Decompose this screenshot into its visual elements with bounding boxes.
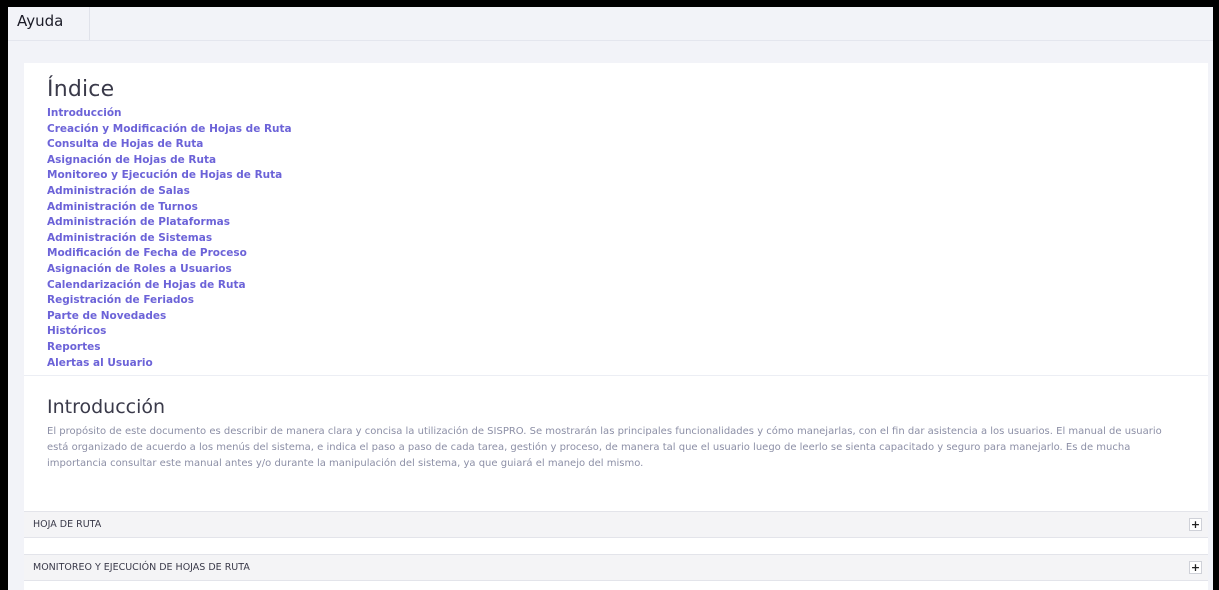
index-list: Introducción Creación y Modificación de … [47,106,1208,371]
intro-section: Introducción El propósito de este docume… [24,376,1208,472]
index-item: Monitoreo y Ejecución de Hojas de Ruta [47,168,1208,184]
index-item: Administración de Turnos [47,200,1208,216]
index-link-introduccion[interactable]: Introducción [47,107,122,119]
index-link-salas[interactable]: Administración de Salas [47,185,190,197]
index-link-consulta[interactable]: Consulta de Hojas de Ruta [47,138,203,150]
index-section: Índice Introducción Creación y Modificac… [24,63,1208,376]
index-link-historicos[interactable]: Históricos [47,325,106,337]
index-link-creacion[interactable]: Creación y Modificación de Hojas de Ruta [47,123,292,135]
index-link-fecha-proceso[interactable]: Modificación de Fecha de Proceso [47,247,247,259]
index-item: Modificación de Fecha de Proceso [47,246,1208,262]
index-link-turnos[interactable]: Administración de Turnos [47,201,198,213]
accordion-spacer [24,538,1208,554]
index-link-feriados[interactable]: Registración de Feriados [47,294,194,306]
tab-ayuda[interactable]: Ayuda [8,7,90,40]
index-item: Consulta de Hojas de Ruta [47,137,1208,153]
expand-plus-icon[interactable]: + [1189,561,1202,574]
index-link-plataformas[interactable]: Administración de Plataformas [47,216,230,228]
index-item: Administración de Plataformas [47,215,1208,231]
accordion-monitoreo[interactable]: MONITOREO Y EJECUCIÓN DE HOJAS DE RUTA + [24,554,1208,581]
intro-title: Introducción [47,396,166,418]
index-link-novedades[interactable]: Parte de Novedades [47,310,166,322]
index-item: Parte de Novedades [47,309,1208,325]
index-item: Calendarización de Hojas de Ruta [47,278,1208,294]
index-link-reportes[interactable]: Reportes [47,341,101,353]
index-item: Alertas al Usuario [47,356,1208,372]
accordion-label: MONITOREO Y EJECUCIÓN DE HOJAS DE RUTA [33,562,250,573]
index-title: Índice [47,77,115,102]
intro-paragraph: El propósito de este documento es descri… [47,426,1162,469]
index-item: Introducción [47,106,1208,122]
index-link-alertas[interactable]: Alertas al Usuario [47,357,153,369]
index-item: Asignación de Hojas de Ruta [47,153,1208,169]
index-link-roles[interactable]: Asignación de Roles a Usuarios [47,263,232,275]
index-item: Administración de Salas [47,184,1208,200]
app-frame: Ayuda Índice Introducción Creación y Mod… [8,7,1213,590]
expand-plus-icon[interactable]: + [1189,518,1202,531]
index-link-sistemas[interactable]: Administración de Sistemas [47,232,212,244]
help-card: Índice Introducción Creación y Modificac… [24,63,1208,590]
top-bar: Ayuda [8,7,1213,41]
index-item: Administración de Sistemas [47,231,1208,247]
accordion-label: HOJA DE RUTA [33,519,102,530]
index-item: Históricos [47,324,1208,340]
index-link-calendarizacion[interactable]: Calendarización de Hojas de Ruta [47,279,246,291]
index-item: Asignación de Roles a Usuarios [47,262,1208,278]
index-link-asignacion[interactable]: Asignación de Hojas de Ruta [47,154,216,166]
index-item: Creación y Modificación de Hojas de Ruta [47,122,1208,138]
index-link-monitoreo[interactable]: Monitoreo y Ejecución de Hojas de Ruta [47,169,282,181]
accordion-hoja-de-ruta[interactable]: HOJA DE RUTA + [24,511,1208,538]
index-item: Registración de Feriados [47,293,1208,309]
index-item: Reportes [47,340,1208,356]
